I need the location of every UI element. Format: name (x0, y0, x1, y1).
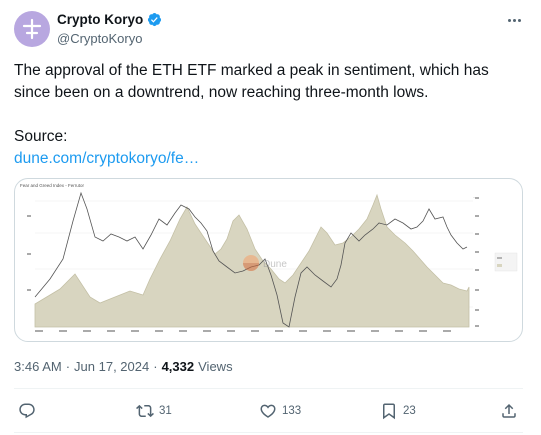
dune-watermark: Dune (243, 255, 287, 271)
retweet-button[interactable]: 31 (136, 400, 172, 422)
author-avatar[interactable] (14, 11, 50, 47)
chart-legend (494, 252, 518, 272)
author-name-row: Crypto Koryo (57, 12, 162, 27)
tweet-meta: 3:46 AM · Jun 17, 2024 · 4,332 Views (14, 359, 233, 374)
source-label: Source: (14, 128, 68, 145)
tweet-header: Crypto Koryo @CryptoKoryo (14, 10, 527, 50)
tweet-date[interactable]: Jun 17, 2024 (74, 359, 149, 374)
like-count: 133 (282, 405, 302, 417)
retweet-icon (136, 404, 154, 418)
author-handle[interactable]: @CryptoKoryo (57, 31, 142, 46)
tweet-media-image[interactable]: Fear and Greed Index - Ferrutor Dune ⋯ (14, 178, 523, 342)
bookmark-count: 23 (403, 405, 416, 417)
share-icon (502, 403, 516, 418)
tweet-text: The approval of the ETH ETF marked a pea… (14, 60, 514, 170)
like-button[interactable]: 133 (259, 400, 301, 422)
sentiment-chart: Fear and Greed Index - Ferrutor Dune ⋯ (20, 183, 518, 332)
more-options-button[interactable] (501, 10, 527, 30)
tweet-time[interactable]: 3:46 AM (14, 359, 62, 374)
dot-icon (512, 18, 516, 22)
share-button[interactable] (500, 400, 518, 422)
chart-title: Fear and Greed Index - Ferrutor (20, 183, 85, 188)
svg-text:Dune: Dune (263, 259, 287, 270)
meta-separator: · (65, 359, 71, 374)
dot-icon (507, 18, 511, 22)
reply-icon (19, 403, 35, 419)
avatar-glyph-icon (22, 18, 42, 40)
dot-icon (517, 18, 521, 22)
author-name[interactable]: Crypto Koryo (57, 12, 143, 27)
source-link[interactable]: dune.com/cryptokoryo/fe… (14, 150, 199, 167)
divider (14, 432, 523, 433)
views-label: Views (198, 359, 233, 374)
verified-badge-icon (147, 12, 162, 27)
heart-icon (260, 404, 276, 418)
meta-separator: · (153, 359, 158, 374)
divider (14, 388, 523, 389)
views-count: 4,332 (161, 359, 195, 374)
reply-button[interactable] (18, 400, 41, 422)
bookmark-button[interactable]: 23 (380, 400, 416, 422)
bookmark-icon (383, 403, 395, 420)
retweet-count: 31 (159, 405, 172, 417)
tweet-action-bar: 31 133 23 (14, 400, 523, 422)
tweet-body: The approval of the ETH ETF marked a pea… (14, 62, 489, 101)
